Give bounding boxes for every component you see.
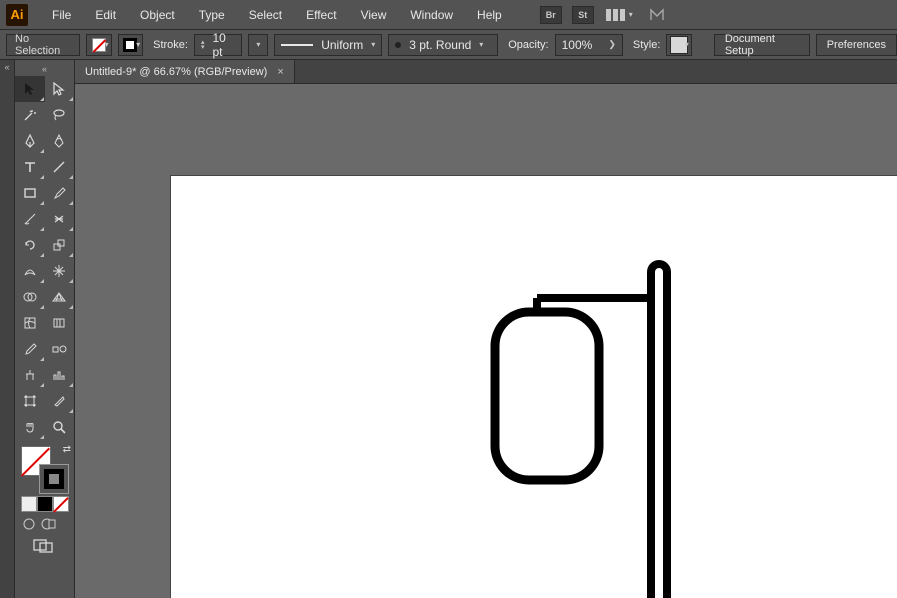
color-mode-none[interactable] (53, 496, 69, 512)
symbol-sprayer-tool[interactable] (15, 362, 45, 388)
gpu-performance-icon[interactable] (648, 6, 668, 24)
selection-tool[interactable] (15, 76, 45, 102)
toolbox-collapse-handle[interactable]: « (15, 64, 74, 76)
document-area[interactable] (75, 84, 897, 598)
menu-object[interactable]: Object (130, 4, 185, 26)
paintbrush-tool[interactable] (45, 180, 75, 206)
blend-tool[interactable] (45, 336, 75, 362)
artboard-tool[interactable] (15, 388, 45, 414)
stroke-weight-dropdown[interactable]: ▾ (248, 34, 268, 56)
stroke-weight-field[interactable]: ▴▾ 10 pt (194, 34, 242, 56)
gradient-tool[interactable] (45, 310, 75, 336)
stock-button[interactable]: St (572, 6, 594, 24)
menu-window[interactable]: Window (400, 4, 463, 26)
pen-tool[interactable] (15, 128, 45, 154)
magic-wand-tool[interactable] (15, 102, 45, 128)
mesh-tool[interactable] (15, 310, 45, 336)
variable-width-profile[interactable]: Uniform ▾ (274, 34, 382, 56)
screen-mode-button[interactable] (33, 538, 74, 557)
free-transform-tool[interactable] (45, 258, 75, 284)
fill-swatch[interactable]: ▾ (86, 34, 111, 56)
lasso-tool[interactable] (45, 102, 75, 128)
draw-behind-icon[interactable] (41, 516, 57, 532)
curvature-tool[interactable] (45, 128, 75, 154)
menu-select[interactable]: Select (239, 4, 292, 26)
profile-name: Uniform (321, 38, 363, 52)
rectangle-tool[interactable] (15, 180, 45, 206)
opacity-field[interactable]: 100% ❯ (555, 34, 623, 56)
hand-tool[interactable] (15, 414, 45, 440)
eraser-tool[interactable] (45, 206, 75, 232)
selection-indicator[interactable]: No Selection (6, 34, 80, 56)
artwork (171, 176, 897, 598)
color-mode-row (21, 496, 74, 512)
color-mode-gradient[interactable] (37, 496, 53, 512)
opacity-value: 100% (562, 38, 593, 52)
document-tab-strip: Untitled-9* @ 66.67% (RGB/Preview) × (75, 60, 897, 84)
document-setup-button[interactable]: Document Setup (714, 34, 810, 56)
zoom-tool[interactable] (45, 414, 75, 440)
swap-fill-stroke-icon[interactable]: ⇄ (63, 444, 71, 455)
shaper-tool[interactable] (15, 206, 45, 232)
artboard[interactable] (171, 176, 897, 598)
width-tool[interactable] (15, 258, 45, 284)
stroke-swatch[interactable]: ▾ (118, 34, 143, 56)
column-graph-tool[interactable] (45, 362, 75, 388)
preferences-button[interactable]: Preferences (816, 34, 897, 56)
brush-name: 3 pt. Round (409, 38, 471, 52)
direct-selection-tool[interactable] (45, 76, 75, 102)
graphic-style-swatch[interactable]: ▾ (666, 34, 691, 56)
stroke-label: Stroke: (153, 39, 188, 51)
app-logo: Ai (6, 4, 28, 26)
brush-definition[interactable]: 3 pt. Round ▾ (388, 34, 498, 56)
type-tool[interactable] (15, 154, 45, 180)
draw-normal-icon[interactable] (21, 516, 37, 532)
line-segment-tool[interactable] (45, 154, 75, 180)
rotate-tool[interactable] (15, 232, 45, 258)
collapsed-panel-gutter[interactable]: « (0, 60, 15, 598)
menu-bar: Ai File Edit Object Type Select Effect V… (0, 0, 897, 30)
menu-effect[interactable]: Effect (296, 4, 346, 26)
menu-edit[interactable]: Edit (85, 4, 126, 26)
arrange-documents-button[interactable]: ▾ (606, 6, 634, 24)
slice-tool[interactable] (45, 388, 75, 414)
control-bar: No Selection ▾ ▾ Stroke: ▴▾ 10 pt ▾ Unif… (0, 30, 897, 60)
document-tab[interactable]: Untitled-9* @ 66.67% (RGB/Preview) × (75, 60, 295, 83)
fill-stroke-control[interactable]: ⇄ (21, 446, 69, 494)
close-tab-icon[interactable]: × (277, 66, 283, 78)
draw-mode-row (21, 516, 74, 532)
menu-type[interactable]: Type (189, 4, 235, 26)
panel-expand-handle[interactable]: « (0, 60, 14, 74)
opacity-label: Opacity: (508, 39, 548, 51)
document-tab-title: Untitled-9* @ 66.67% (RGB/Preview) (85, 66, 267, 78)
stroke-weight-value: 10 pt (212, 31, 235, 59)
menu-view[interactable]: View (351, 4, 397, 26)
tool-panel: « (15, 60, 75, 598)
scale-tool[interactable] (45, 232, 75, 258)
shape-builder-tool[interactable] (15, 284, 45, 310)
stroke-color-swatch[interactable] (39, 464, 69, 494)
eyedropper-tool[interactable] (15, 336, 45, 362)
menu-help[interactable]: Help (467, 4, 512, 26)
color-mode-solid[interactable] (21, 496, 37, 512)
menu-file[interactable]: File (42, 4, 81, 26)
perspective-grid-tool[interactable] (45, 284, 75, 310)
style-label: Style: (633, 39, 661, 51)
bridge-button[interactable]: Br (540, 6, 562, 24)
